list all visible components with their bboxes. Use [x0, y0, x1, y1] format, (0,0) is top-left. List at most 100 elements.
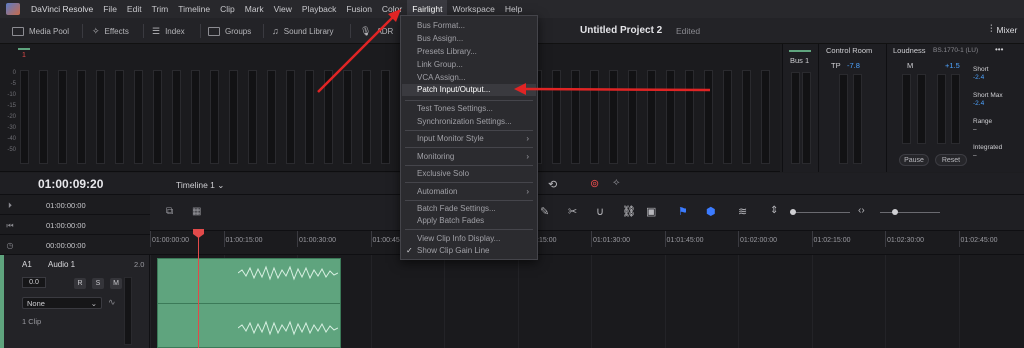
menu-item-show-clip-gain-line[interactable]: Show Clip Gain Line [417, 246, 489, 255]
microphone-icon: 🎙 [360, 25, 372, 36]
toolbar-divider [143, 24, 144, 38]
menu-fusion[interactable]: Fusion [341, 0, 377, 18]
menu-trim[interactable]: Trim [147, 0, 174, 18]
marker-icon[interactable]: ⬢ [706, 205, 716, 218]
playhead-line [198, 232, 199, 348]
ruler-tick-label: 01:02:45:00 [958, 231, 998, 247]
grid-line [958, 255, 960, 348]
menu-item-apply-batch-fades[interactable]: Apply Batch Fades [417, 216, 484, 225]
media-pool-button[interactable]: Media Pool [12, 18, 69, 44]
bus1-section: Bus 1 [782, 44, 818, 172]
input-select[interactable]: None ⌄ [22, 297, 102, 309]
ruler-tick-label: 01:01:30:00 [591, 231, 630, 247]
menu-item-bus-assign[interactable]: Bus Assign... [417, 34, 463, 43]
magnet-icon[interactable]: ∪ [596, 205, 604, 218]
waveform-zoom-icon[interactable]: ≋ [738, 205, 747, 218]
pan-icon[interactable]: ∿ [108, 297, 116, 308]
loop-icon[interactable]: ⟲ [548, 178, 557, 191]
groups-button[interactable]: Groups [208, 18, 251, 44]
snap-icon[interactable]: ⟡ [613, 177, 620, 188]
timeline-ruler[interactable]: 01:00:00:00 01:00:15:00 01:00:30:00 01:00:4… [150, 231, 1024, 255]
menu-mark[interactable]: Mark [240, 0, 269, 18]
toolbar-divider [350, 24, 351, 38]
menu-item-patch-input-output[interactable]: Patch Input/Output... [402, 84, 536, 96]
link-icon[interactable]: ⛓ [622, 205, 636, 218]
horizontal-zoom-slider[interactable] [880, 212, 940, 213]
menu-clip[interactable]: Clip [215, 0, 240, 18]
vertical-zoom-icon[interactable]: ⇕ [770, 205, 778, 216]
menu-separator [405, 147, 533, 148]
index-button[interactable]: ☰ Index [152, 18, 185, 44]
menu-item-link-group[interactable]: Link Group... [417, 60, 463, 69]
menu-separator [405, 182, 533, 183]
loudness-options-icon[interactable]: ••• [995, 45, 1003, 54]
timeline-selector[interactable]: Timeline 1 ⌄ [176, 180, 224, 191]
track-view-icon[interactable]: ⧉ [166, 206, 173, 217]
short-max-label: Short Max [973, 92, 1003, 99]
menu-item-presets-library[interactable]: Presets Library... [417, 47, 477, 56]
mute-button[interactable]: M [110, 278, 122, 289]
channel-meter [666, 70, 675, 164]
menu-timeline[interactable]: Timeline [173, 0, 215, 18]
ruler-tick-label: 01:00:00:00 [150, 231, 189, 247]
channel-meter [628, 70, 637, 164]
menu-file[interactable]: File [98, 0, 122, 18]
channel-meter [229, 70, 238, 164]
track-name[interactable]: Audio 1 [48, 260, 75, 269]
mixer-button[interactable]: ⫶ Mixer [990, 24, 1017, 35]
menu-playback[interactable]: Playback [297, 0, 342, 18]
channel-meter [210, 70, 219, 164]
vertical-zoom-slider[interactable] [790, 212, 850, 213]
menu-item-monitoring[interactable]: Monitoring [417, 152, 454, 161]
meter-scale-label: -30 [7, 125, 16, 131]
channel-meter [191, 70, 200, 164]
checkmark-icon: ✓ [406, 246, 413, 255]
menu-item-test-tones[interactable]: Test Tones Settings... [417, 104, 493, 113]
menu-item-vca-assign[interactable]: VCA Assign... [417, 73, 465, 82]
record-icon[interactable]: ⊚ [590, 177, 599, 190]
menu-item-bus-format[interactable]: Bus Format... [417, 21, 465, 30]
channel-meter [248, 70, 257, 164]
menu-item-exclusive-solo[interactable]: Exclusive Solo [417, 169, 469, 178]
reset-button[interactable]: Reset [935, 154, 967, 166]
clip-count: 1 Clip [22, 317, 42, 326]
grid-icon[interactable]: ▦ [192, 206, 201, 217]
effects-button[interactable]: ✧ Effects [92, 18, 129, 44]
bus1-indicator [789, 50, 811, 52]
solo-button[interactable]: S [92, 278, 104, 289]
menu-separator [405, 200, 533, 201]
menu-item-automation[interactable]: Automation [417, 187, 457, 196]
record-arm-button[interactable]: R [74, 278, 86, 289]
grid-line [885, 255, 886, 348]
pause-button[interactable]: Pause [899, 154, 929, 166]
menu-item-synchronization[interactable]: Synchronization Settings... [417, 117, 512, 126]
ruler-tick-label: 01:02:00:00 [738, 231, 777, 247]
toolbar-divider [263, 24, 264, 38]
app-name-menu[interactable]: DaVinci Resolve [26, 0, 98, 18]
sound-library-button[interactable]: ♫ Sound Library [272, 18, 334, 44]
channel-meter [58, 70, 67, 164]
flag-icon[interactable]: ⚑ [678, 205, 688, 218]
groups-label: Groups [225, 26, 252, 36]
vertical-zoom-handle[interactable] [790, 209, 796, 215]
menu-separator [405, 165, 533, 166]
effects-icon: ✧ [92, 25, 100, 36]
track-volume-field[interactable]: 0.0 [22, 277, 46, 288]
audio-clip[interactable] [157, 258, 341, 348]
pencil-icon[interactable]: ✎ [540, 205, 549, 218]
menu-view[interactable]: View [269, 0, 297, 18]
bus1-label: Bus 1 [790, 56, 810, 65]
clip-display-icon[interactable]: ▣ [646, 205, 656, 218]
menu-item-batch-fade-settings[interactable]: Batch Fade Settings... [417, 204, 496, 213]
grid-line [811, 255, 813, 348]
adr-button[interactable]: 🎙 ADR [360, 18, 393, 44]
effects-label: Effects [104, 26, 129, 36]
menu-edit[interactable]: Edit [122, 0, 147, 18]
short-max-value: -2.4 [973, 100, 985, 107]
waveform-top [238, 265, 338, 281]
scissors-icon[interactable]: ✂ [568, 205, 577, 218]
menu-item-view-clip-info[interactable]: View Clip Info Display... [417, 234, 500, 243]
horizontal-zoom-icon[interactable]: ‹› [858, 205, 865, 216]
menu-item-input-monitor-style[interactable]: Input Monitor Style [417, 134, 484, 143]
horizontal-zoom-handle[interactable] [892, 209, 898, 215]
